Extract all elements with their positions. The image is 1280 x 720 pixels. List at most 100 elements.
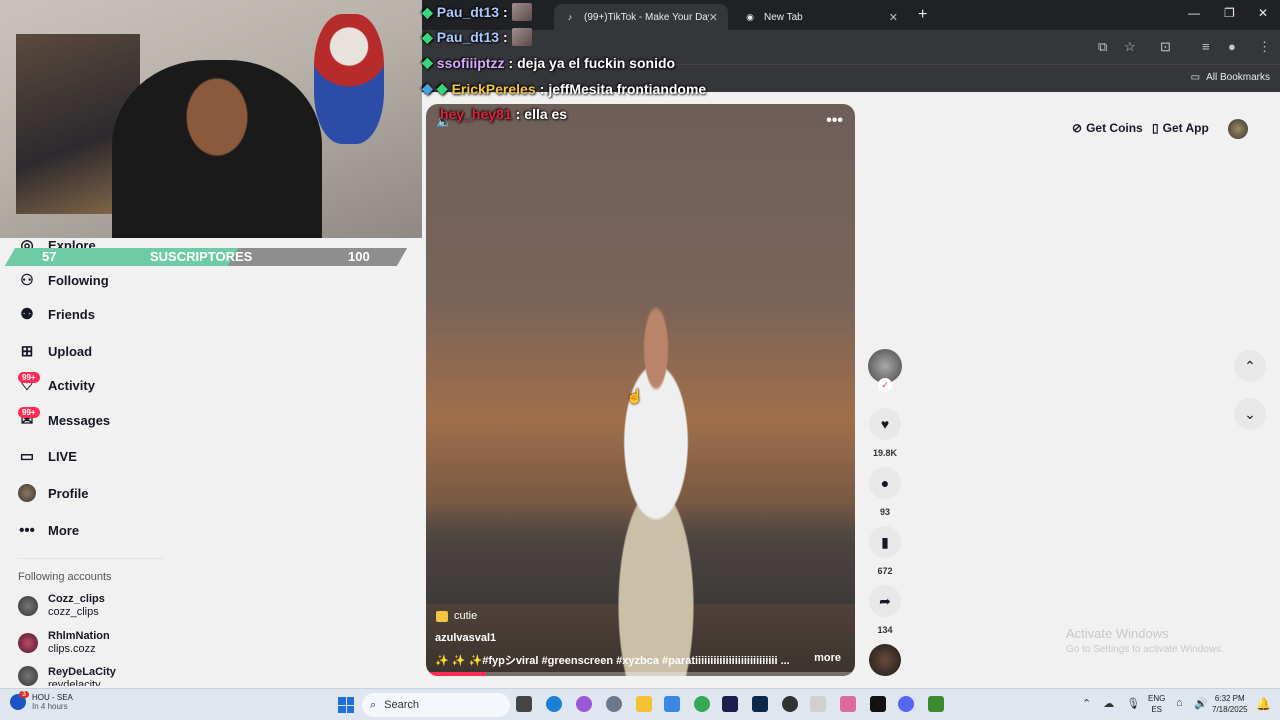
activate-windows-watermark: Activate Windows Go to Settings to activ… (1066, 626, 1224, 655)
tab-tiktok[interactable]: ♪ (99+)TikTok - Make Your Day ✕ (554, 4, 728, 30)
app-icon[interactable] (840, 696, 856, 712)
sidebar-item-friends[interactable]: ⚉ Friends (18, 305, 95, 323)
close-tab-icon[interactable]: ✕ (889, 11, 898, 24)
following-account[interactable]: ReyDeLaCity reydelacity (18, 666, 116, 686)
chevron-up-icon: ⌃ (1244, 357, 1256, 374)
previous-video-button[interactable]: ⌃ (1234, 350, 1266, 382)
sidebar-item-live[interactable]: ▭ LIVE (18, 447, 77, 465)
clock[interactable]: 6:32 PM 7/18/2025 (1212, 693, 1248, 715)
obs-icon[interactable] (782, 696, 798, 712)
live-icon: ▭ (19, 448, 35, 465)
user-avatar[interactable] (1228, 119, 1248, 139)
sidebar-item-more[interactable]: ••• More (18, 521, 79, 539)
new-tab-button[interactable]: + (918, 6, 927, 24)
media-icon[interactable]: ≡ (1202, 39, 1210, 54)
profile-icon[interactable]: ● (1228, 39, 1236, 54)
photoshop-icon[interactable] (752, 696, 768, 712)
settings-icon[interactable] (606, 696, 622, 712)
mouse-cursor-icon: ☝ (626, 388, 644, 404)
sports-icon: 3 (10, 691, 29, 710)
get-app-button[interactable]: ▯ Get App (1152, 121, 1209, 135)
copilot-icon[interactable] (576, 696, 592, 712)
follow-check-icon[interactable]: ✓ (878, 378, 892, 392)
all-bookmarks-button[interactable]: ▭ All Bookmarks (1191, 72, 1270, 83)
sidebar-item-following[interactable]: ⚇ Following (18, 271, 108, 289)
save-count: 672 (877, 566, 893, 576)
video-tag[interactable]: cutie (436, 610, 477, 622)
weather-widget[interactable]: 3 HOU - SEA In 4 hours (10, 691, 73, 711)
video-author[interactable]: azulvasval1 (435, 632, 496, 644)
bookmark-icon: ▮ (881, 533, 889, 550)
share-button[interactable]: ➦ (869, 585, 901, 617)
save-button[interactable]: ▮ (869, 526, 901, 558)
bookmark-star-icon[interactable]: ☆ (1124, 39, 1136, 55)
badge-icon: ◆ (422, 28, 433, 45)
video-options-icon[interactable]: ••• (826, 112, 843, 130)
share-count: 134 (877, 625, 893, 635)
minimize-icon[interactable]: — (1188, 6, 1200, 20)
sidebar-item-upload[interactable]: ⊞ Upload (18, 342, 92, 360)
discord-icon[interactable] (898, 696, 914, 712)
following-account[interactable]: RhlmNation clips.cozz (18, 630, 110, 656)
sub-goal-target: 100 (348, 249, 370, 264)
restore-icon[interactable]: ❐ (1224, 6, 1235, 20)
video-progress-bar[interactable] (426, 672, 855, 676)
install-app-icon[interactable]: ⧉ (1098, 39, 1107, 55)
menu-kebab-icon[interactable]: ⋮ (1258, 39, 1271, 55)
tiktok-icon: ♪ (567, 12, 573, 22)
webcam-overlay (0, 0, 422, 238)
premiere-icon[interactable] (722, 696, 738, 712)
chat-message: ◆ ssofiiiptzz : deja ya el fuckin sonido (422, 54, 676, 71)
system-tray: ⌃ ☁ 🎙 (1082, 697, 1140, 710)
microphone-icon[interactable]: 🎙 (1126, 697, 1140, 710)
capcut-icon[interactable] (870, 696, 886, 712)
following-icon: ⚇ (20, 272, 34, 289)
like-button[interactable]: ♥ (869, 408, 901, 440)
next-video-button[interactable]: ⌄ (1234, 398, 1266, 430)
more-icon: ••• (19, 521, 35, 539)
language-indicator[interactable]: ENG ES (1148, 693, 1165, 715)
badge-icon: ◆ (422, 80, 433, 96)
following-account[interactable]: Cozz_clips cozz_clips (18, 593, 105, 619)
chrome-taskbar-icon[interactable] (694, 696, 710, 712)
onedrive-icon[interactable]: ☁ (1103, 697, 1114, 710)
comment-button[interactable]: ● (869, 467, 901, 499)
start-button[interactable] (338, 697, 354, 713)
tab-new-tab[interactable]: ◉ New Tab ✕ (734, 4, 908, 30)
network-icon[interactable]: ⌂ (1176, 697, 1183, 709)
chrome-icon: ◉ (746, 11, 754, 22)
avatar (18, 666, 38, 686)
badge-icon: ◆ (436, 80, 448, 96)
close-tab-icon[interactable]: ✕ (709, 11, 718, 24)
phone-icon: ▯ (1152, 121, 1159, 135)
window-close-icon[interactable]: ✕ (1258, 6, 1268, 20)
tag-icon (436, 610, 448, 622)
video-subject (556, 294, 756, 676)
chat-message: ◆ Pau_dt13 : (422, 28, 532, 46)
chat-message: hey_hey81 : ella es (440, 106, 568, 122)
coin-icon: ⊘ (1072, 121, 1083, 135)
following-accounts-header: Following accounts (18, 571, 112, 583)
edge-icon[interactable] (546, 696, 562, 712)
like-count: 19.8K (872, 448, 898, 458)
badge-icon: ◆ (422, 3, 433, 20)
snipping-icon[interactable] (810, 696, 826, 712)
chevron-up-icon[interactable]: ⌃ (1082, 697, 1091, 710)
tab-search-icon[interactable]: ⊡ (1160, 39, 1171, 55)
caption-more-link[interactable]: more (814, 652, 841, 664)
notification-bell-icon[interactable]: 🔔 (1256, 697, 1271, 711)
browser-chrome: ♪ (99+)TikTok - Make Your Day ✕ ◉ New Ta… (422, 0, 1280, 92)
taskbar-search[interactable]: ⌕ Search (362, 693, 510, 717)
folder-icon: ▭ (1190, 72, 1201, 83)
avatar (18, 596, 38, 616)
sidebar-item-profile[interactable]: Profile (18, 484, 88, 502)
minecraft-icon[interactable] (928, 696, 944, 712)
volume-tray-icon[interactable]: 🔊 (1194, 697, 1208, 710)
video-progress-fill (426, 672, 487, 676)
task-view-icon[interactable] (516, 696, 532, 712)
windows-taskbar: 3 HOU - SEA In 4 hours ⌕ Search ⌃ ☁ 🎙 EN… (0, 688, 1280, 720)
music-disc[interactable] (869, 644, 901, 676)
file-explorer-icon[interactable] (636, 696, 652, 712)
get-coins-button[interactable]: ⊘ Get Coins (1072, 121, 1143, 135)
store-icon[interactable] (664, 696, 680, 712)
